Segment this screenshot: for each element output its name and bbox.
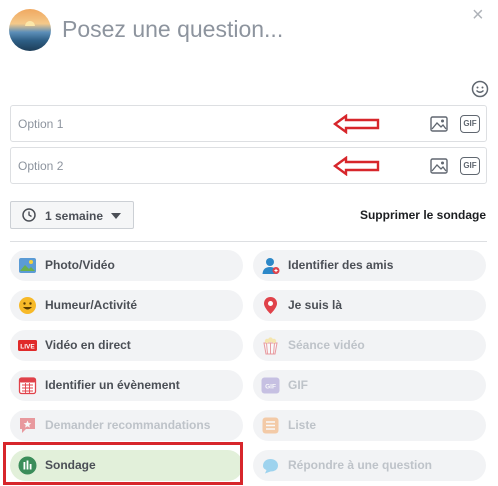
watch-party-icon — [263, 337, 278, 355]
action-answer-question[interactable]: Répondre à une question — [253, 450, 486, 481]
avatar — [9, 9, 51, 51]
action-live-video[interactable]: LIVE Vidéo en direct — [10, 330, 243, 361]
location-pin-icon — [264, 297, 277, 314]
answer-question-icon — [263, 459, 278, 474]
annotation-arrow — [333, 156, 380, 176]
calendar-icon — [18, 377, 37, 395]
emoji-icon — [19, 297, 36, 314]
photo-video-icon — [19, 258, 36, 273]
poll-option-1[interactable]: Option 1 GIF — [10, 105, 487, 142]
action-label: Humeur/Activité — [45, 298, 138, 312]
action-label: Séance vidéo — [288, 338, 365, 352]
svg-text:GIF: GIF — [265, 384, 276, 391]
action-label: Vidéo en direct — [45, 338, 131, 352]
clock-icon — [22, 208, 36, 222]
close-icon[interactable]: × — [472, 4, 484, 27]
remove-poll-button[interactable]: Supprimer le sondage — [360, 208, 486, 222]
option-2-placeholder: Option 2 — [18, 159, 64, 173]
action-list[interactable]: Liste — [253, 410, 486, 441]
emoji-icon[interactable] — [471, 80, 489, 98]
poll-duration-label: 1 semaine — [45, 209, 104, 223]
divider — [10, 241, 487, 242]
tag-friends-icon — [262, 258, 280, 274]
action-photo-video[interactable]: Photo/Vidéo — [10, 250, 243, 281]
chevron-down-icon — [111, 213, 121, 219]
action-label: Liste — [288, 418, 317, 432]
option-1-placeholder: Option 1 — [18, 117, 64, 131]
gif-icon: GIF — [261, 377, 280, 394]
action-label: Répondre à une question — [288, 458, 433, 472]
action-ask-recommendations[interactable]: Demander recommandations — [10, 410, 243, 441]
action-label: Identifier un évènement — [45, 378, 180, 392]
list-icon — [262, 417, 279, 434]
action-feeling-activity[interactable]: Humeur/Activité — [10, 290, 243, 321]
action-tag-friends[interactable]: Identifier des amis — [253, 250, 486, 281]
live-icon: LIVE — [18, 340, 37, 351]
recommendation-icon — [20, 418, 35, 433]
action-gif[interactable]: GIF GIF — [253, 370, 486, 401]
annotation-arrow — [333, 114, 380, 134]
photo-icon[interactable] — [429, 114, 449, 134]
action-watch-party[interactable]: Séance vidéo — [253, 330, 486, 361]
poll-option-2[interactable]: Option 2 GIF — [10, 147, 487, 184]
action-label: Photo/Vidéo — [45, 258, 115, 272]
action-label: Identifier des amis — [288, 258, 394, 272]
action-check-in[interactable]: Je suis là — [253, 290, 486, 321]
poll-duration-select[interactable]: 1 semaine — [10, 201, 134, 229]
question-input[interactable]: Posez une question... — [62, 16, 283, 43]
action-label: Demander recommandations — [45, 418, 211, 432]
action-label: Je suis là — [288, 298, 343, 312]
action-tag-event[interactable]: Identifier un évènement — [10, 370, 243, 401]
gif-icon[interactable]: GIF — [460, 115, 480, 133]
svg-text:LIVE: LIVE — [20, 343, 35, 350]
annotation-highlight-box — [3, 442, 243, 485]
gif-icon[interactable]: GIF — [460, 157, 480, 175]
photo-icon[interactable] — [429, 156, 449, 176]
action-label: GIF — [288, 378, 308, 392]
